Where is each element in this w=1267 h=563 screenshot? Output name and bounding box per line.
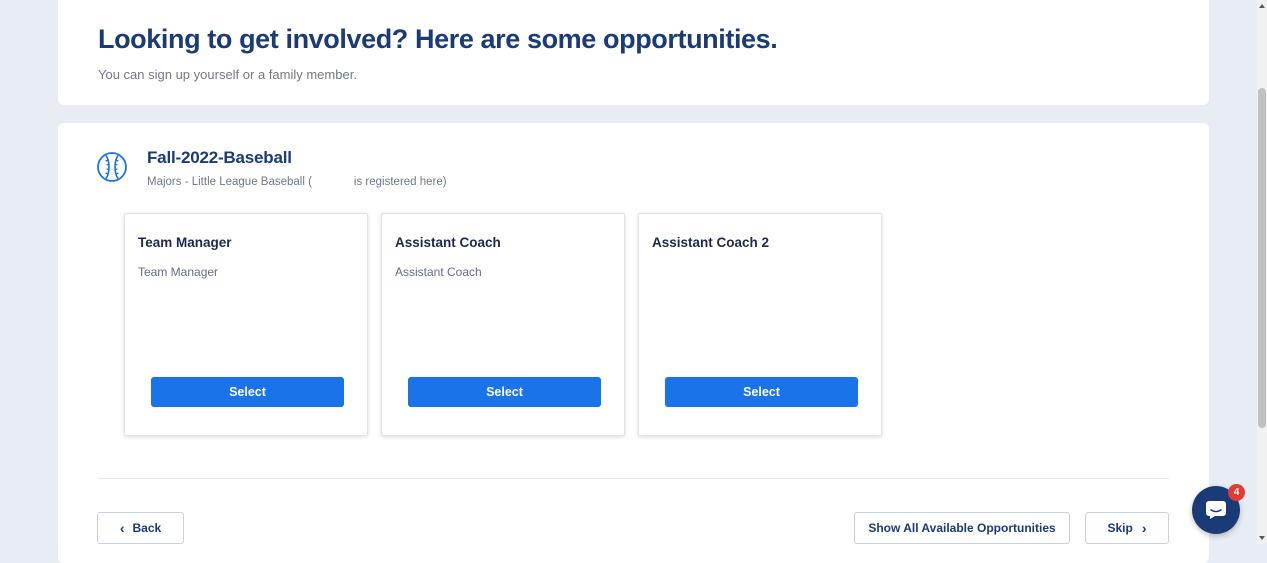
chat-bubble-icon <box>1205 500 1227 525</box>
baseball-icon <box>96 151 128 183</box>
back-button-label: Back <box>132 521 162 535</box>
program-division-suffix: is registered here) <box>353 176 447 188</box>
page-scrollbar[interactable] <box>1257 0 1267 544</box>
page-subtitle: You can sign up yourself or a family mem… <box>98 67 357 82</box>
page-title: Looking to get involved? Here are some o… <box>98 24 778 54</box>
scroll-down-arrow-icon[interactable] <box>1259 536 1265 540</box>
opportunity-description: Assistant Coach <box>395 265 482 279</box>
select-assistant-coach-button[interactable]: Select <box>408 377 601 407</box>
chat-notification-badge: 4 <box>1228 484 1245 501</box>
opportunity-description: Team Manager <box>138 265 219 279</box>
skip-button[interactable]: Skip › <box>1085 512 1169 544</box>
select-assistant-coach-2-button[interactable]: Select <box>665 377 858 407</box>
skip-button-label: Skip <box>1107 521 1133 535</box>
back-button[interactable]: ‹ Back <box>97 512 184 544</box>
select-team-manager-button[interactable]: Select <box>151 377 344 407</box>
opportunity-title: Team Manager <box>138 235 232 250</box>
show-all-opportunities-button[interactable]: Show All Available Opportunities <box>854 512 1070 544</box>
opportunity-title: Assistant Coach <box>395 235 501 250</box>
opportunity-card-team-manager: Team Manager Team Manager Select <box>124 213 368 436</box>
scrollbar-thumb[interactable] <box>1258 88 1266 428</box>
program-division-prefix: Majors - Little League Baseball ( <box>147 176 312 188</box>
opportunity-title: Assistant Coach 2 <box>652 235 770 250</box>
intro-card: Looking to get involved? Here are some o… <box>58 0 1209 105</box>
program-title: Fall-2022-Baseball <box>147 148 292 167</box>
opportunity-card-assistant-coach-2: Assistant Coach 2 Select <box>638 213 882 436</box>
opportunities-card: Fall-2022-Baseball Majors - Little Leagu… <box>58 123 1209 563</box>
chevron-right-icon: › <box>1141 520 1147 536</box>
program-division: Majors - Little League Baseball ( is regi… <box>147 176 447 188</box>
scroll-up-arrow-icon[interactable] <box>1259 4 1265 8</box>
opportunity-card-assistant-coach: Assistant Coach Assistant Coach Select <box>381 213 625 436</box>
chevron-left-icon: ‹ <box>119 520 125 536</box>
section-divider <box>98 478 1169 479</box>
show-all-opportunities-label: Show All Available Opportunities <box>868 521 1056 535</box>
